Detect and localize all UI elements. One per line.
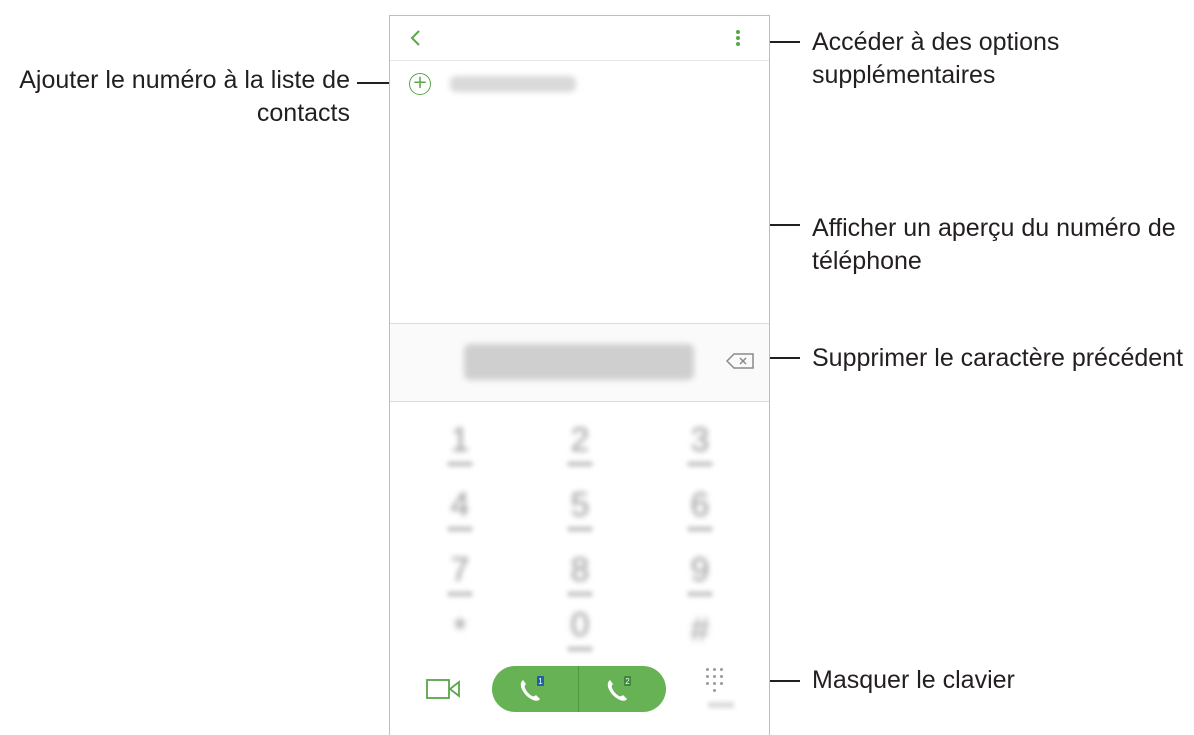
- keypad-digit: 4: [450, 486, 470, 524]
- callout-add-contact-line1: Ajouter le numéro à la liste de: [19, 66, 350, 94]
- callout-add-contact: Ajouter le numéro à la liste de contacts: [0, 64, 350, 130]
- keypad-key[interactable]: 3: [680, 421, 720, 471]
- keypad-digit: 7: [450, 551, 470, 589]
- bottom-blurred-element: [708, 702, 734, 708]
- back-icon[interactable]: [408, 29, 424, 47]
- keypad-key[interactable]: 5: [560, 486, 600, 536]
- keypad-key[interactable]: 2: [560, 421, 600, 471]
- dialpad-icon[interactable]: [706, 668, 726, 692]
- keypad-digit: 9: [690, 551, 710, 589]
- keypad-key[interactable]: 9: [680, 551, 720, 601]
- keypad-digit: *: [453, 611, 467, 649]
- keypad-key[interactable]: 8: [560, 551, 600, 601]
- keypad: 1 2 3 4 5 6 7 8 9 * 0 #: [390, 401, 769, 652]
- callout-preview: Afficher un aperçu du numéro de téléphon…: [812, 212, 1194, 278]
- callout-delete: Supprimer le caractère précédent: [812, 342, 1194, 375]
- keypad-digit: 1: [450, 421, 470, 459]
- call-button-group: 1 2: [492, 666, 666, 712]
- add-contact-icon[interactable]: +: [409, 73, 431, 95]
- keypad-key[interactable]: 7: [440, 551, 480, 601]
- callout-more-options-line1: Accéder à des options: [812, 28, 1060, 56]
- keypad-digit: 0: [570, 606, 590, 644]
- phone-number-preview-blurred: [464, 344, 694, 380]
- phone-icon: 2: [607, 676, 631, 701]
- phone-icon: 1: [520, 676, 544, 701]
- keypad-digit: #: [690, 611, 710, 649]
- contact-suggestion-blurred: [450, 76, 576, 92]
- callout-more-options-line2: supplémentaires: [812, 61, 996, 89]
- keypad-key[interactable]: #: [680, 611, 720, 661]
- callout-preview-line1: Afficher un aperçu du numéro de: [812, 214, 1176, 242]
- more-options-icon[interactable]: [736, 30, 742, 48]
- topbar-divider: [390, 60, 769, 61]
- keypad-digit: 8: [570, 551, 590, 589]
- callout-hide-keypad: Masquer le clavier: [812, 664, 1194, 697]
- keypad-key[interactable]: 6: [680, 486, 720, 536]
- keypad-key[interactable]: 1: [440, 421, 480, 471]
- callout-hide-keypad-text: Masquer le clavier: [812, 666, 1015, 694]
- backspace-icon[interactable]: [726, 353, 754, 369]
- keypad-digit: 5: [570, 486, 590, 524]
- keypad-key[interactable]: *: [440, 611, 480, 661]
- keypad-digit: 2: [570, 421, 590, 459]
- sim2-label: 2: [625, 677, 630, 686]
- phone-screen: + 1 2 3 4 5 6 7 8 9 * 0 # 1 2: [389, 15, 770, 735]
- call-sim2-button[interactable]: 2: [579, 666, 665, 712]
- callout-delete-text: Supprimer le caractère précédent: [812, 344, 1184, 372]
- keypad-key[interactable]: 0: [560, 606, 600, 656]
- video-call-icon[interactable]: [426, 678, 460, 700]
- callout-add-contact-line2: contacts: [256, 99, 350, 127]
- sim1-label: 1: [538, 677, 543, 686]
- keypad-digit: 3: [690, 421, 710, 459]
- number-display-area: [390, 323, 769, 402]
- keypad-digit: 6: [690, 486, 710, 524]
- callout-more-options: Accéder à des options supplémentaires: [812, 26, 1192, 92]
- keypad-key[interactable]: 4: [440, 486, 480, 536]
- callout-preview-line2: téléphone: [812, 247, 922, 275]
- call-sim1-button[interactable]: 1: [492, 666, 578, 712]
